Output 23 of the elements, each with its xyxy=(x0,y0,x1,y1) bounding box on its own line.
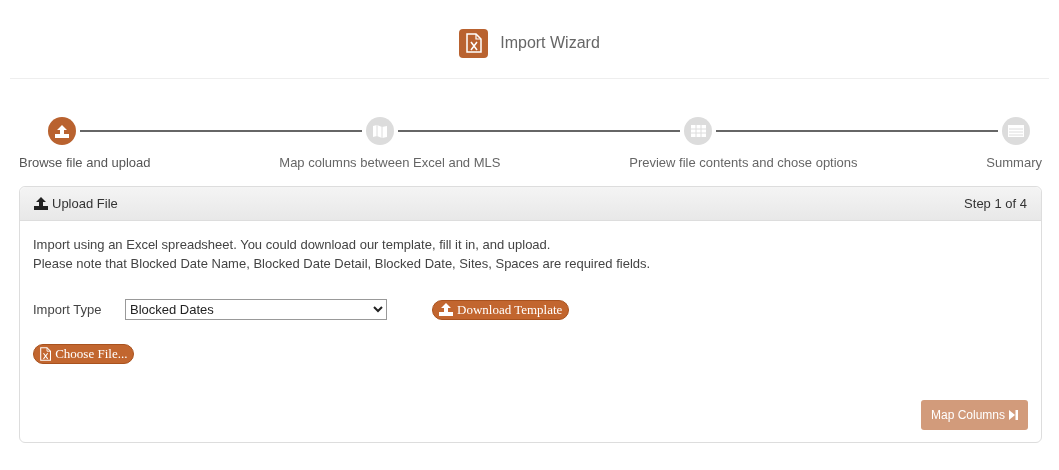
page-title: Import Wizard xyxy=(500,34,600,52)
table-icon xyxy=(690,125,706,137)
upload-icon xyxy=(34,197,48,210)
step-label: Preview file contents and chose options xyxy=(629,155,858,170)
list-icon xyxy=(1008,125,1024,137)
field-label: Import Type xyxy=(33,302,103,317)
download-template-button[interactable]: Download Template xyxy=(432,299,570,320)
choose-file-button[interactable]: Choose File... xyxy=(33,344,135,364)
step-forward-icon xyxy=(1009,410,1018,420)
step-circle[interactable] xyxy=(48,117,76,145)
step-label: Map columns between Excel and MLS xyxy=(279,155,501,170)
step-counter: Step 1 of 4 xyxy=(964,196,1027,211)
map-icon xyxy=(372,124,388,138)
import-type-select[interactable]: Blocked Dates xyxy=(125,299,387,320)
excel-file-icon xyxy=(465,33,482,53)
panel-title: Upload File xyxy=(52,196,118,211)
instruction-text: Please note that Blocked Date Name, Blocked Date Detail, Blocked Date, Sites, Spaces are required fields. xyxy=(33,255,652,273)
excel-file-icon xyxy=(40,347,52,361)
upload-icon xyxy=(55,124,69,138)
instruction-text: Import using an Excel spreadsheet. You could download our template, fill it in, and upload. xyxy=(33,236,552,254)
step-label: Browse file and upload xyxy=(19,155,151,170)
upload-icon xyxy=(439,303,453,316)
step-label: Summary xyxy=(986,155,1042,170)
